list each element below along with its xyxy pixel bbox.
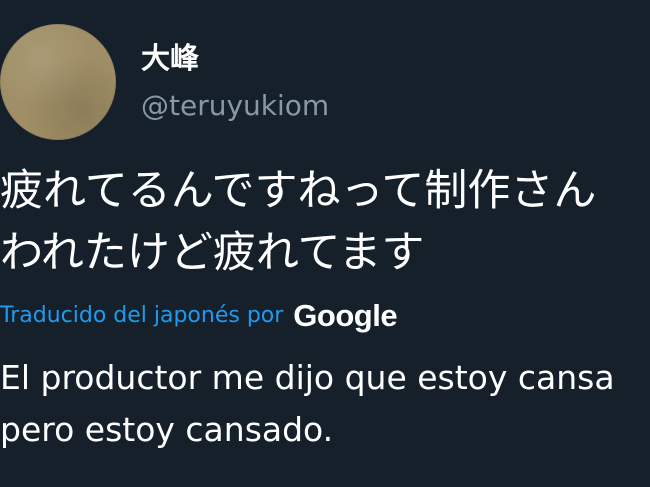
tweet-text: 疲れてるんですねって制作さん われたけど疲れてます bbox=[0, 160, 650, 284]
translated-text: El productor me dijo que estoy cansa per… bbox=[0, 352, 650, 456]
translated-text-line: El productor me dijo que estoy cansa bbox=[0, 358, 615, 397]
tweet-text-line: 疲れてるんですねって制作さん bbox=[0, 166, 597, 216]
user-handle[interactable]: @teruyukiom bbox=[141, 88, 329, 124]
tweet-text-line: われたけど疲れてます bbox=[0, 228, 425, 278]
user-avatar-icon[interactable] bbox=[0, 24, 116, 140]
tweet-card: 大峰 @teruyukiom 疲れてるんですねって制作さん われたけど疲れてます… bbox=[0, 0, 650, 487]
display-name[interactable]: 大峰 bbox=[141, 40, 199, 76]
translated-text-line: pero estoy cansado. bbox=[0, 410, 334, 449]
google-logo: Google bbox=[293, 298, 398, 333]
translated-by-link[interactable]: Traducido del japonés por bbox=[0, 296, 283, 336]
translation-attribution[interactable]: Traducido del japonés por Google bbox=[0, 296, 398, 336]
